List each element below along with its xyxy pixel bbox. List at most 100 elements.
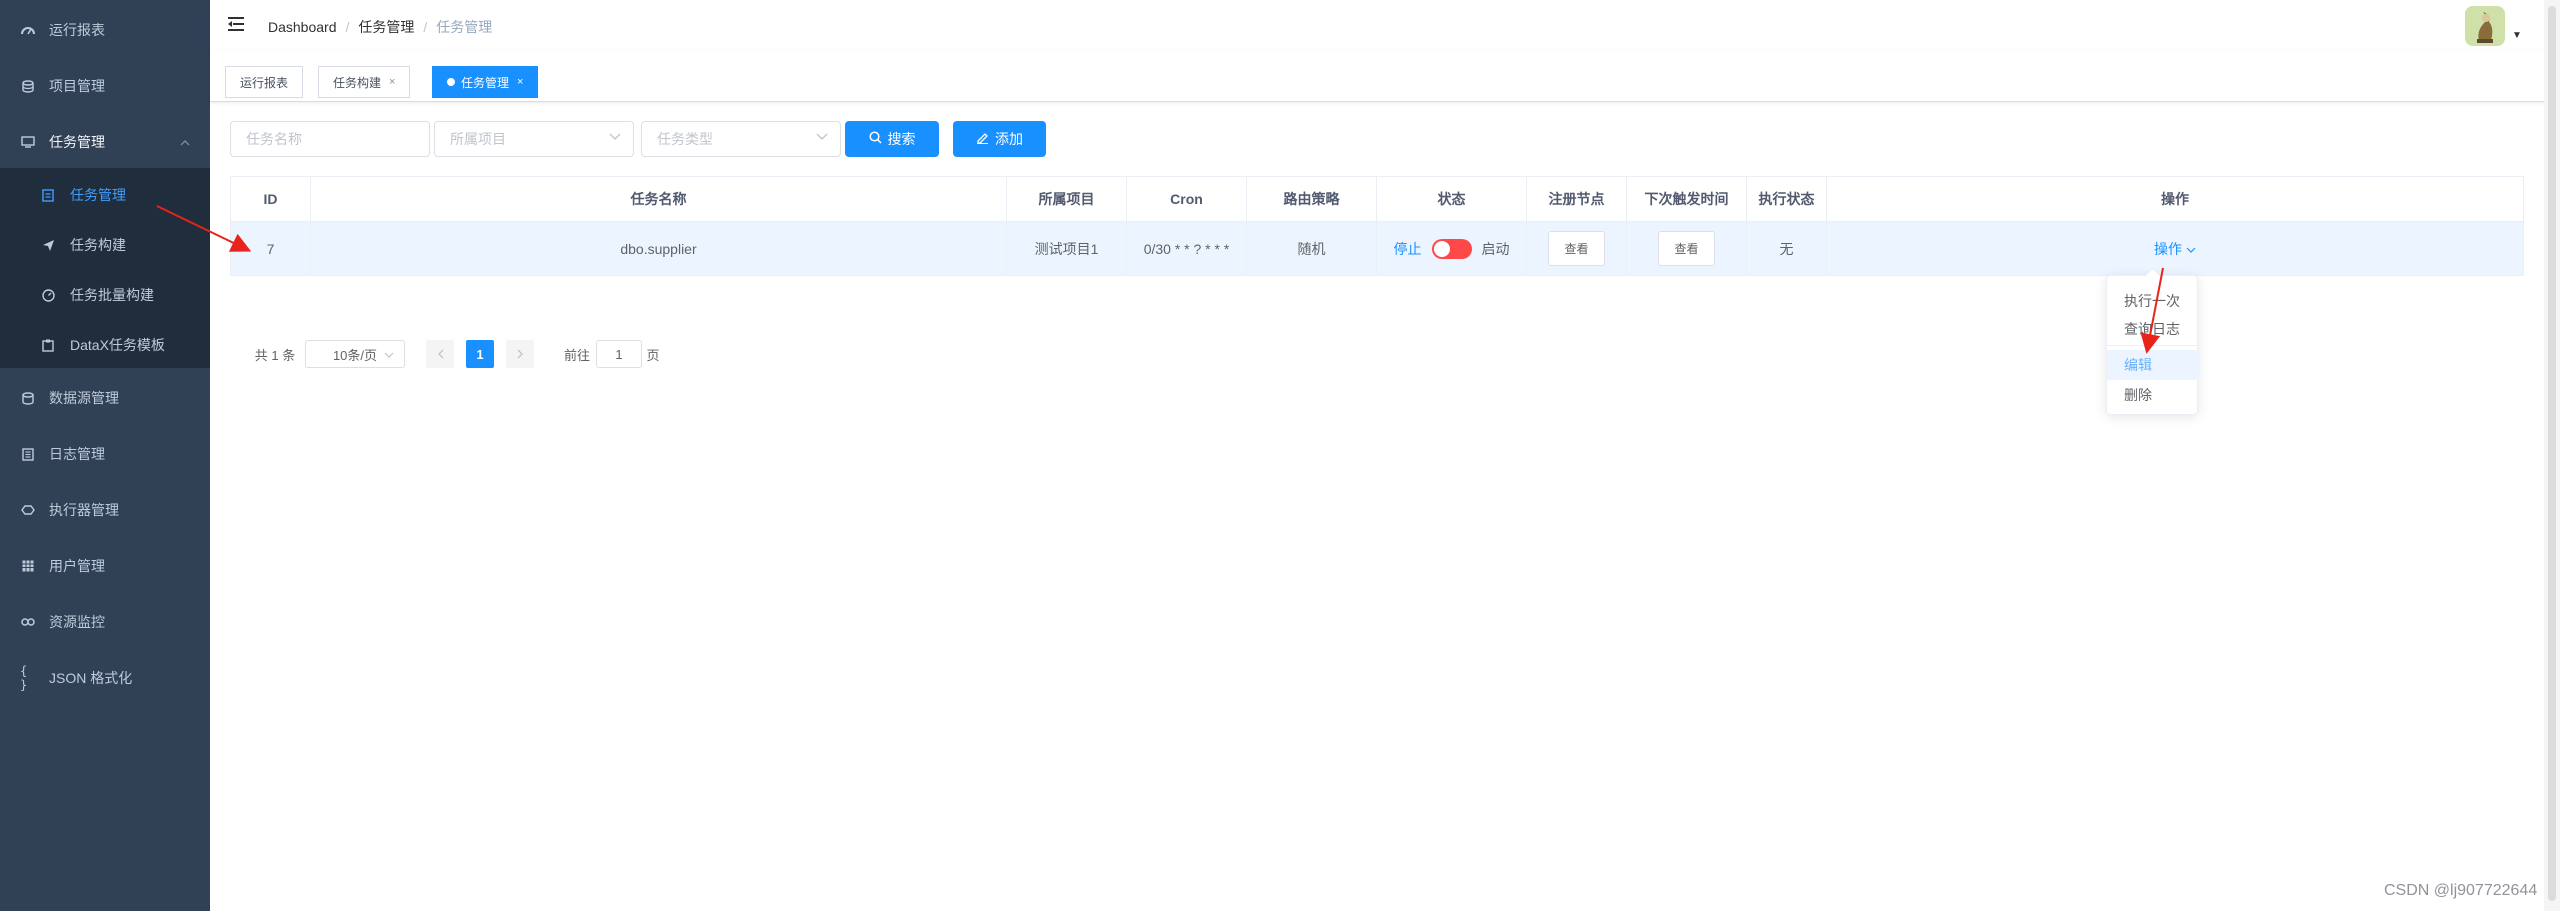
sidebar-item-datasource[interactable]: 数据源管理 [0, 370, 210, 426]
sidebar-item-task-management[interactable]: 任务管理 [0, 114, 210, 170]
caret-down-icon[interactable]: ▼ [2512, 30, 2522, 41]
page-size-label: 10条/页 [332, 347, 378, 363]
chevron-left-icon [437, 347, 444, 362]
document-icon [20, 446, 36, 462]
scrollbar-thumb[interactable] [2548, 6, 2556, 901]
page-number-current[interactable]: 1 [466, 340, 494, 368]
search-icon [868, 131, 882, 147]
sidebar-item-label: 资源监控 [49, 614, 105, 630]
sidebar-item-label: 项目管理 [49, 78, 105, 94]
active-dot-icon [447, 78, 455, 86]
view-next-trigger-button[interactable]: 查看 [1658, 231, 1715, 266]
database-icon [20, 78, 36, 94]
prev-page-button[interactable] [426, 340, 454, 368]
monitor-icon [20, 134, 36, 150]
table-header: ID 任务名称 所属项目 Cron 路由策略 状态 注册节点 下次触发时间 执行… [231, 177, 2523, 222]
menu-item-delete[interactable]: 删除 [2107, 380, 2199, 410]
header-node: 注册节点 [1527, 177, 1627, 221]
view-node-button[interactable]: 查看 [1548, 231, 1605, 266]
cell-exec-status: 无 [1747, 222, 1827, 275]
sidebar-item-label: 运行报表 [49, 22, 105, 38]
tag-label: 任务管理 [461, 75, 510, 90]
sidebar-subitem-batch-build[interactable]: 任务批量构建 [0, 270, 210, 320]
sidebar: 运行报表 项目管理 任务管理 任务管理 任务构建 任务批量构建 DataX任务模… [0, 0, 210, 911]
chevron-down-icon [816, 130, 828, 144]
operation-label: 操作 [2154, 240, 2183, 257]
header-id: ID [231, 177, 311, 221]
sidebar-item-log[interactable]: 日志管理 [0, 426, 210, 482]
operation-dropdown: 执行一次 查询日志 编辑 删除 [2106, 275, 2199, 415]
search-button[interactable]: 搜索 [845, 121, 939, 157]
header-route: 路由策略 [1247, 177, 1377, 221]
sidebar-item-json[interactable]: { } JSON 格式化 [0, 650, 210, 706]
sidebar-item-label: 任务管理 [49, 134, 105, 150]
goto-page-input[interactable]: 1 [596, 340, 642, 368]
chevron-down-icon [2186, 241, 2196, 257]
hamburger-icon[interactable] [226, 14, 246, 34]
menu-item-run-once[interactable]: 执行一次 [2107, 286, 2199, 316]
sidebar-subitem-datax-template[interactable]: DataX任务模板 [0, 320, 210, 370]
breadcrumb-current: 任务管理 [436, 19, 493, 35]
page-size-select[interactable]: 10条/页 [305, 340, 405, 368]
project-select[interactable]: 所属项目 [434, 121, 634, 157]
sidebar-item-monitor[interactable]: 资源监控 [0, 594, 210, 650]
task-table: ID 任务名称 所属项目 Cron 路由策略 状态 注册节点 下次触发时间 执行… [230, 176, 2524, 276]
goto-suffix: 页 [646, 347, 660, 363]
table-row: 7 dbo.supplier 测试项目1 0/30 * * ? * * * 随机… [231, 222, 2523, 275]
chevron-up-icon [180, 135, 190, 149]
chevron-right-icon [517, 347, 524, 362]
operation-dropdown-trigger[interactable]: 操作 [2154, 239, 2196, 259]
cell-next-trigger: 查看 [1627, 222, 1747, 275]
tag-task-management[interactable]: 任务管理 × [432, 66, 539, 98]
cell-task-name: dbo.supplier [311, 222, 1007, 275]
sidebar-subitem-task-management[interactable]: 任务管理 [0, 170, 210, 220]
sidebar-item-label: 执行器管理 [49, 502, 119, 518]
status-switch[interactable] [1431, 238, 1472, 259]
avatar[interactable] [2465, 6, 2505, 46]
next-page-button[interactable] [506, 340, 534, 368]
sidebar-item-label: JSON 格式化 [49, 670, 133, 686]
send-icon [40, 237, 56, 253]
header-cron: Cron [1127, 177, 1247, 221]
pagination-total: 共 1 条 [254, 347, 296, 363]
menu-item-query-log[interactable]: 查询日志 [2107, 314, 2199, 344]
header-status: 状态 [1377, 177, 1527, 221]
edit-icon [976, 131, 989, 147]
breadcrumb: Dashboard / 任务管理 / 任务管理 [268, 17, 493, 37]
breadcrumb-task-management[interactable]: 任务管理 [358, 17, 414, 37]
chevron-down-icon [384, 347, 394, 362]
header-next-trigger: 下次触发时间 [1627, 177, 1747, 221]
tag-label: 运行报表 [240, 75, 289, 90]
sidebar-item-report[interactable]: 运行报表 [0, 2, 210, 58]
dashboard-icon [20, 22, 36, 38]
header-task-name: 任务名称 [311, 177, 1007, 221]
task-type-select[interactable]: 任务类型 [641, 121, 841, 157]
breadcrumb-dashboard[interactable]: Dashboard [268, 19, 337, 35]
sidebar-item-executor[interactable]: 执行器管理 [0, 482, 210, 538]
datasource-icon [20, 390, 36, 406]
sidebar-subitem-task-build[interactable]: 任务构建 [0, 220, 210, 270]
switch-on-label: 启动 [1481, 240, 1510, 257]
sidebar-subitem-label: 任务构建 [70, 237, 126, 253]
braces-icon: { } [20, 664, 28, 692]
tag-report[interactable]: 运行报表 [225, 66, 304, 98]
sidebar-item-user[interactable]: 用户管理 [0, 538, 210, 594]
watermark: CSDN @lj907722644 [2384, 882, 2538, 899]
close-icon[interactable]: × [517, 76, 523, 88]
header-op: 操作 [2161, 191, 2189, 207]
tags-view: 运行报表 任务构建 × 任务管理 × [210, 50, 2560, 102]
menu-item-edit[interactable]: 编辑 [2107, 350, 2199, 380]
goto-prefix: 前往 [563, 347, 590, 363]
sidebar-item-project[interactable]: 项目管理 [0, 58, 210, 114]
task-name-input[interactable]: 任务名称 [230, 121, 430, 157]
add-button[interactable]: 添加 [953, 121, 1046, 157]
template-icon [40, 337, 56, 353]
cell-node: 查看 [1527, 222, 1627, 275]
sidebar-item-label: 日志管理 [49, 446, 105, 462]
task-type-placeholder: 任务类型 [657, 131, 713, 147]
header-exec-status: 执行状态 [1747, 177, 1827, 221]
close-icon[interactable]: × [389, 76, 395, 88]
tag-task-build[interactable]: 任务构建 × [318, 66, 411, 98]
divider [2107, 345, 2199, 346]
navbar: Dashboard / 任务管理 / 任务管理 ▼ [210, 0, 2560, 50]
